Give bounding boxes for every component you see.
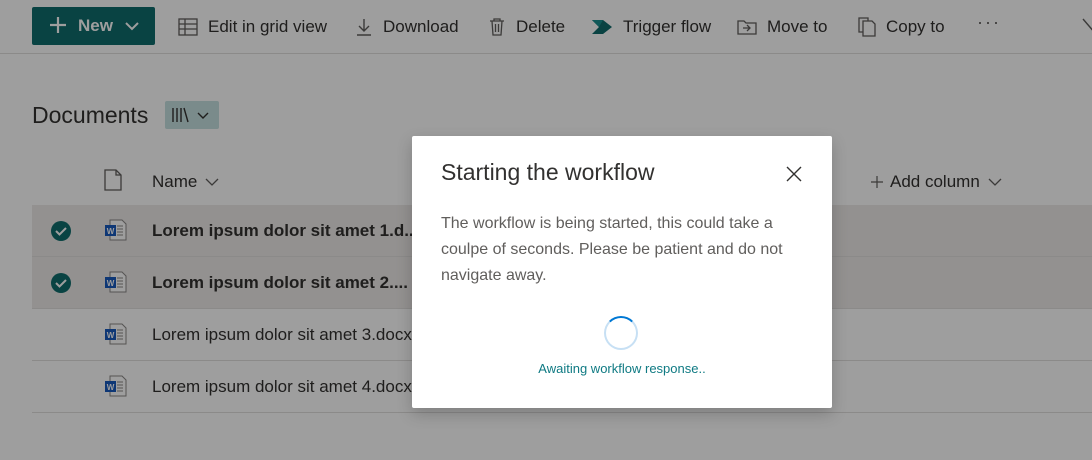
dialog-status-text: Awaiting workflow response.. xyxy=(538,361,706,376)
dialog-close-button[interactable] xyxy=(784,164,804,184)
dialog-message: The workflow is being started, this coul… xyxy=(441,215,783,284)
loading-spinner-icon xyxy=(604,316,638,350)
workflow-dialog: Starting the workflow The workflow is be… xyxy=(412,136,832,408)
dialog-title: Starting the workflow xyxy=(441,159,655,185)
close-icon xyxy=(786,166,802,182)
